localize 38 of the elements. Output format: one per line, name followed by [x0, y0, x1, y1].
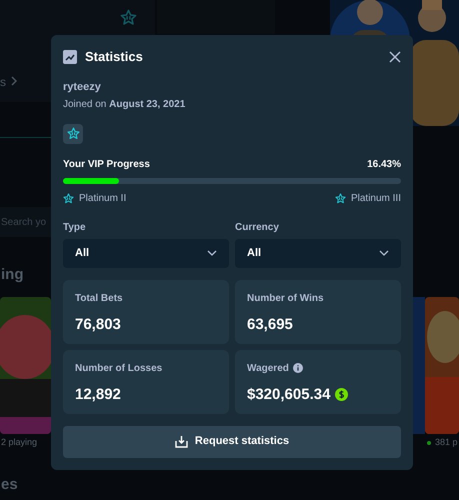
download-icon	[174, 435, 188, 448]
vip-progress-percent: 16.43%	[367, 158, 401, 172]
player-count: 381 p	[427, 436, 458, 450]
stat-value: $320,605.34	[247, 384, 330, 404]
username: ryteezy	[63, 80, 102, 95]
nav-label: s	[0, 74, 6, 91]
dialog-title: Statistics	[85, 48, 143, 66]
request-statistics-button[interactable]: Request statistics	[63, 426, 401, 458]
player-count: 2 playing	[1, 436, 38, 449]
chevron-right-icon	[11, 76, 17, 86]
chevron-down-icon	[207, 250, 217, 256]
star-icon	[334, 192, 346, 204]
stat-label: Number of Losses	[75, 362, 162, 376]
dollar-coin-icon	[335, 388, 348, 402]
vip-badge-icon	[63, 124, 83, 144]
section-title: ing	[1, 265, 24, 285]
search-field[interactable]: Search yo	[0, 207, 51, 237]
section-title: es	[1, 475, 18, 495]
field-label: Type	[63, 220, 87, 234]
stat-value: 76,803	[75, 314, 121, 334]
tier-label: Platinum II	[79, 192, 126, 206]
stat-label: Wagered	[247, 362, 289, 376]
select-field[interactable]: All	[235, 238, 401, 268]
stat-value: 12,892	[75, 384, 121, 404]
joined-date: Joined on August 23, 2021	[63, 98, 186, 112]
chevron-down-icon	[379, 250, 389, 256]
close-button[interactable]	[389, 51, 401, 63]
select-field[interactable]: All	[63, 238, 229, 268]
stat-value: 63,695	[247, 314, 293, 334]
stat-label: Total Bets	[75, 292, 123, 306]
star-icon	[120, 9, 137, 26]
chart-icon	[63, 50, 77, 64]
stat-label: Number of Wins	[247, 292, 324, 306]
star-icon	[63, 192, 74, 204]
tier-label: Platinum III	[350, 192, 401, 206]
vip-progress-label: Your VIP Progress	[63, 158, 150, 172]
field-label: Currency	[235, 220, 280, 234]
info-icon	[292, 363, 303, 373]
